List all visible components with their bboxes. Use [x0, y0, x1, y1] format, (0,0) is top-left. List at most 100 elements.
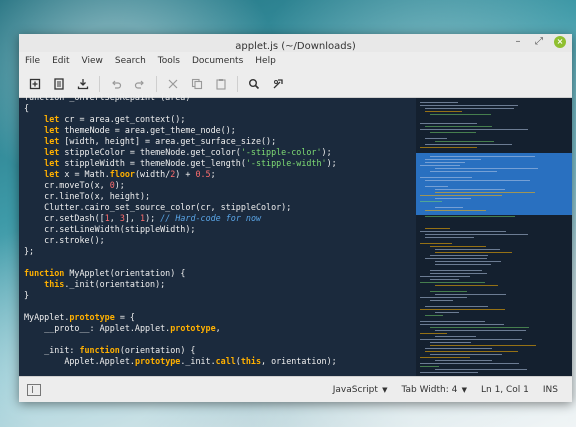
minimap-line: [420, 357, 470, 358]
minimap-line: [420, 282, 485, 283]
code-line[interactable]: [24, 301, 416, 312]
minimap-line: [435, 360, 492, 361]
menu-view[interactable]: View: [81, 55, 104, 67]
code-token: ) +: [175, 169, 196, 179]
code-view[interactable]: function _onVertSepRepaint (area){ let c…: [19, 92, 416, 377]
save-icon[interactable]: [73, 74, 93, 94]
code-token: let: [44, 114, 60, 124]
minimap-line: [425, 111, 462, 112]
open-document-icon[interactable]: [49, 74, 69, 94]
minimap-line: [430, 327, 529, 328]
menu-help[interactable]: Help: [254, 55, 277, 67]
language-selector[interactable]: JavaScript ▼: [333, 385, 388, 395]
code-line[interactable]: this._init(orientation);: [24, 279, 416, 290]
code-token: floor: [109, 169, 135, 179]
code-token: }: [24, 290, 30, 300]
code-line[interactable]: cr.moveTo(x, 0);: [24, 180, 416, 191]
code-token: function: [79, 345, 120, 355]
code-line[interactable]: };: [24, 246, 416, 257]
menu-tools[interactable]: Tools: [157, 55, 181, 67]
minimap-line: [430, 279, 459, 280]
code-line[interactable]: cr.lineTo(x, height);: [24, 191, 416, 202]
code-line[interactable]: __proto__: Applet.Applet.prototype,: [24, 323, 416, 334]
code-token: cr.stroke();: [24, 235, 105, 245]
minimap-line: [425, 144, 512, 145]
code-line[interactable]: let [width, height] = area.get_surface_s…: [24, 136, 416, 147]
minimap-line: [435, 252, 512, 253]
paste-icon[interactable]: [211, 74, 231, 94]
minimap-line: [425, 348, 492, 349]
new-document-icon[interactable]: [25, 74, 45, 94]
minimap-line: [430, 255, 488, 256]
minimap-line: [420, 321, 485, 322]
close-button[interactable]: ×: [554, 36, 566, 48]
code-line[interactable]: Clutter.cairo_set_source_color(cr, stipp…: [24, 202, 416, 213]
code-line[interactable]: let cr = area.get_context();: [24, 114, 416, 125]
tab-width-selector[interactable]: Tab Width: 4 ▼: [402, 385, 467, 395]
minimap-line: [435, 369, 527, 370]
code-token: ._init(orientation);: [64, 279, 166, 289]
replace-icon[interactable]: [268, 74, 288, 94]
menu-edit[interactable]: Edit: [51, 55, 70, 67]
title-bar[interactable]: applet.js (~/Downloads) – ⤢ ×: [19, 34, 572, 52]
undo-icon[interactable]: [106, 74, 126, 94]
minimap-line: [430, 291, 467, 292]
minimap-line: [425, 210, 486, 211]
redo-icon[interactable]: [130, 74, 150, 94]
language-label: JavaScript: [332, 384, 378, 395]
code-line[interactable]: let themeNode = area.get_theme_node();: [24, 125, 416, 136]
code-token: MyApplet.: [24, 312, 70, 322]
code-token: x = Math.: [59, 169, 110, 179]
minimap-line: [425, 108, 514, 109]
cut-icon[interactable]: [163, 74, 183, 94]
code-line[interactable]: [24, 334, 416, 345]
minimize-button[interactable]: –: [512, 36, 524, 48]
code-line[interactable]: }: [24, 290, 416, 301]
code-token: cr.setDash([: [24, 213, 105, 223]
editor-area[interactable]: function _onVertSepRepaint (area){ let c…: [19, 92, 572, 377]
menu-documents[interactable]: Documents: [191, 55, 244, 67]
code-line[interactable]: {: [24, 103, 416, 114]
copy-icon[interactable]: [187, 74, 207, 94]
minimap-line: [425, 216, 515, 217]
code-line[interactable]: let stippleWidth = themeNode.get_length(…: [24, 158, 416, 169]
code-line[interactable]: cr.setLineWidth(stippleWidth);: [24, 224, 416, 235]
maximize-button[interactable]: ⤢: [533, 36, 545, 48]
cursor-position: Ln 1, Col 1: [480, 384, 529, 395]
code-line[interactable]: cr.stroke();: [24, 235, 416, 246]
code-line[interactable]: MyApplet.prototype = {: [24, 312, 416, 323]
minimap-line: [420, 366, 439, 367]
code-line[interactable]: cr.setDash([1, 3], 1); // Hard-code for …: [24, 213, 416, 224]
search-icon[interactable]: [244, 74, 264, 94]
code-line[interactable]: function _onVertSepRepaint (area): [24, 92, 416, 103]
minimap-line: [420, 243, 452, 244]
code-token: '-stipple-width': [245, 158, 327, 168]
code-token: ,: [109, 213, 120, 223]
code-line[interactable]: _init: function(orientation) {: [24, 345, 416, 356]
code-token: let: [44, 147, 60, 157]
minimap-line: [420, 195, 502, 196]
minimap-line: [425, 180, 530, 181]
minimap[interactable]: [416, 98, 572, 377]
code-line[interactable]: let stippleColor = themeNode.get_color('…: [24, 147, 416, 158]
code-line[interactable]: Applet.Applet.prototype._init.call(this,…: [24, 356, 416, 367]
minimap-line: [420, 147, 477, 148]
code-token: = {: [114, 312, 135, 322]
toolbar-separator: [237, 75, 238, 92]
minimap-line: [420, 177, 472, 178]
side-panel-toggle-icon[interactable]: [27, 383, 41, 396]
menu-search[interactable]: Search: [114, 55, 147, 67]
code-token: Clutter.cairo_set_source_color(cr, stipp…: [24, 202, 292, 212]
menu-file[interactable]: File: [24, 55, 41, 67]
minimap-line: [420, 231, 506, 232]
code-token: );: [114, 180, 125, 190]
code-token: this: [240, 356, 262, 366]
code-line[interactable]: [24, 257, 416, 268]
insert-mode: INS: [542, 384, 558, 395]
code-token: // Hard-code for now: [160, 213, 262, 223]
minimap-line: [420, 372, 478, 373]
code-line[interactable]: let x = Math.floor(width/2) + 0.5;: [24, 169, 416, 180]
code-line[interactable]: function MyApplet(orientation) {: [24, 268, 416, 279]
